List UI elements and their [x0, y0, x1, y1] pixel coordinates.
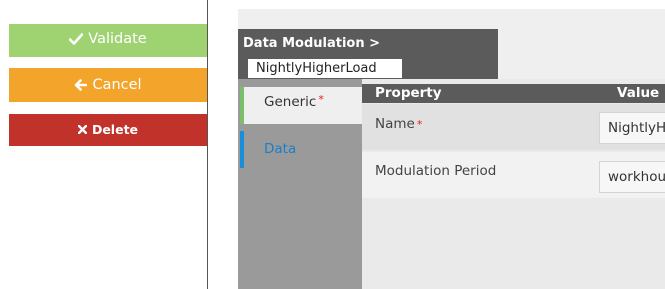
property-label: Modulation Period: [375, 163, 497, 179]
arrow-left-icon: [74, 79, 88, 91]
breadcrumb: Data Modulation >: [243, 36, 381, 51]
tab-data[interactable]: Data: [240, 131, 362, 168]
tab-data-label: Data: [264, 141, 297, 157]
cancel-label: Cancel: [92, 77, 142, 93]
x-icon: [77, 124, 87, 134]
tab-generic-label: Generic: [264, 94, 317, 110]
delete-button[interactable]: Delete: [9, 114, 207, 146]
editor-window: Validate Cancel Delete Data Modulation >…: [0, 0, 665, 289]
property-label: Name *: [375, 116, 422, 132]
column-header-value: Value: [617, 85, 660, 101]
modulation-period-select[interactable]: workhours: [599, 161, 665, 193]
tab-generic[interactable]: Generic *: [240, 87, 362, 124]
required-marker: *: [416, 118, 423, 131]
record-name-field[interactable]: NightlyHigherLoad: [248, 59, 402, 78]
action-sidebar: Validate Cancel Delete: [0, 0, 208, 289]
column-header-property: Property: [375, 85, 442, 101]
cancel-button[interactable]: Cancel: [9, 68, 207, 102]
validate-label: Validate: [88, 30, 147, 47]
delete-label: Delete: [91, 121, 139, 137]
property-name: Name: [375, 116, 415, 132]
required-marker: *: [318, 93, 324, 106]
check-icon: [69, 32, 84, 45]
validate-button[interactable]: Validate: [9, 24, 207, 57]
name-value-input[interactable]: NightlyHigherLoad: [599, 112, 665, 144]
